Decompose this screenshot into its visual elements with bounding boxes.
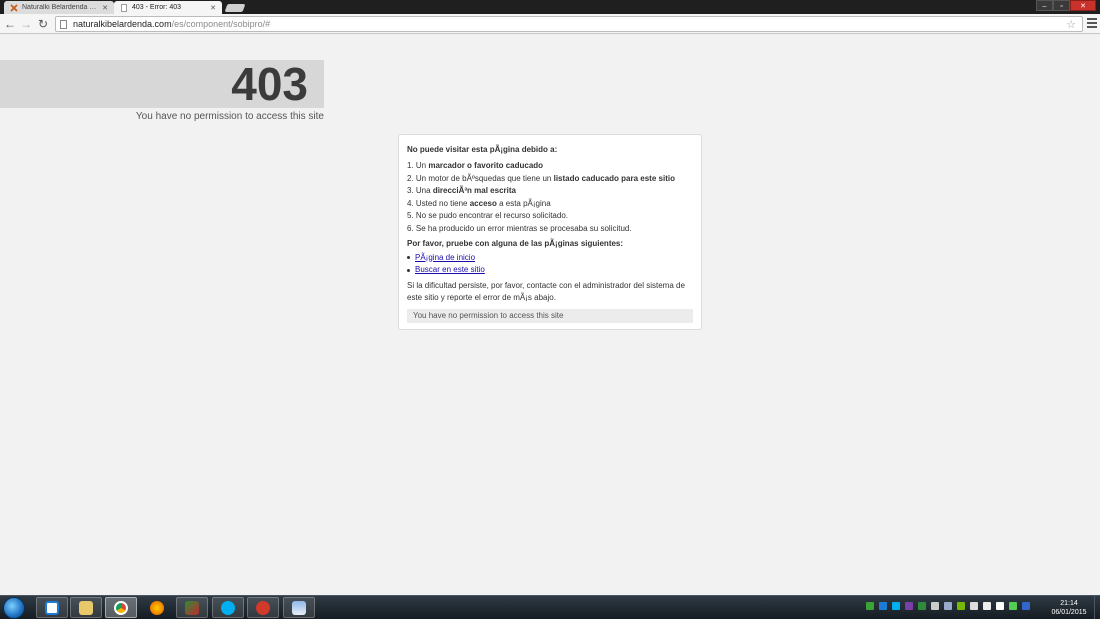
try-heading: Por favor, pruebe con alguna de las pÃ¡g… <box>407 238 624 248</box>
tray-app-icon[interactable] <box>866 602 874 610</box>
nvidia-icon[interactable] <box>957 602 965 610</box>
network-icon[interactable] <box>970 602 978 610</box>
page-icon <box>120 3 128 12</box>
tab-close-icon[interactable]: ✕ <box>102 4 108 12</box>
browser-toolbar: ← → ↻ naturalkibelardenda.com/es/compone… <box>0 14 1100 34</box>
list-item: 6. Se ha producido un error mientras se … <box>407 223 632 233</box>
list-item: PÃ¡gina de inicio <box>407 252 693 265</box>
reasons-list: 1. Un marcador o favorito caducado 2. Un… <box>407 160 693 236</box>
chrome-icon[interactable] <box>105 597 137 618</box>
tab-naturalki[interactable]: Naturalki Belardenda - Ac ✕ <box>4 1 114 14</box>
firefox-icon[interactable] <box>141 597 173 618</box>
ccleaner-icon[interactable] <box>247 597 279 618</box>
address-bar[interactable]: naturalkibelardenda.com/es/component/sob… <box>55 16 1083 32</box>
tray-app-icon[interactable] <box>944 602 952 610</box>
list-item: 4. Usted no tiene acceso a esta pÃ¡gina <box>407 198 551 208</box>
dropbox-tray-icon[interactable] <box>879 602 887 610</box>
page-viewport: 403 You have no permission to access thi… <box>0 35 1100 595</box>
search-site-link[interactable]: Buscar en este sitio <box>415 264 485 277</box>
window-controls: – ▫ ✕ <box>1036 0 1096 11</box>
clock-time: 21:14 <box>1060 600 1078 607</box>
panel-heading: No puede visitar esta pÃ¡gina debido a: <box>407 145 558 154</box>
maximize-button[interactable]: ▫ <box>1053 0 1070 11</box>
page-icon <box>60 19 67 29</box>
reload-icon[interactable]: ↻ <box>36 17 50 31</box>
show-desktop-button[interactable] <box>1094 596 1100 619</box>
error-code: 403 <box>231 58 308 110</box>
tray-app-icon[interactable] <box>1022 602 1030 610</box>
list-item: 2. Un motor de bÃºsquedas que tiene un l… <box>407 173 675 183</box>
contact-note: Si la dificultad persiste, por favor, co… <box>407 280 685 303</box>
filezilla-icon[interactable] <box>176 597 208 618</box>
menu-icon[interactable] <box>1087 18 1097 29</box>
url-path: /es/component/sobipro/# <box>171 19 271 29</box>
dropbox-icon[interactable] <box>36 597 68 618</box>
bookmark-star-icon[interactable]: ☆ <box>1066 18 1076 31</box>
error-message-box: You have no permission to access this si… <box>407 308 693 323</box>
tab-title: Naturalki Belardenda - Ac <box>22 4 99 11</box>
browser-titlebar: Naturalki Belardenda - Ac ✕ 403 - Error:… <box>0 0 1100 14</box>
system-tray <box>866 602 1030 610</box>
url-host: naturalkibelardenda.com <box>73 19 172 29</box>
tray-app-icon[interactable] <box>918 602 926 610</box>
error-tagline: You have no permission to access this si… <box>135 111 324 122</box>
home-page-link[interactable]: PÃ¡gina de inicio <box>415 252 475 265</box>
onenote-icon[interactable] <box>905 602 913 610</box>
list-item: Buscar en este sitio <box>407 264 693 277</box>
links-list: PÃ¡gina de inicio Buscar en este sitio <box>407 252 693 277</box>
back-arrow-icon[interactable]: ← <box>3 17 17 31</box>
clock-date: 06/01/2015 <box>1051 609 1087 616</box>
taskbar-clock[interactable]: 21:14 06/01/2015 <box>1048 599 1090 617</box>
skype-icon[interactable] <box>212 597 244 618</box>
windows-taskbar: 21:14 06/01/2015 <box>0 595 1100 619</box>
tab-close-icon[interactable]: ✕ <box>210 4 216 12</box>
start-button[interactable] <box>3 597 25 619</box>
file-explorer-icon[interactable] <box>70 597 102 618</box>
site-favicon <box>10 3 18 12</box>
tray-app-icon[interactable] <box>1009 602 1017 610</box>
minimize-button[interactable]: – <box>1036 0 1053 11</box>
skype-tray-icon[interactable] <box>892 602 900 610</box>
tab-403-error[interactable]: 403 - Error: 403 ✕ <box>114 1 222 14</box>
new-tab-button[interactable] <box>224 4 246 12</box>
tray-app-icon[interactable] <box>931 602 939 610</box>
list-item: 5. No se pudo encontrar el recurso solic… <box>407 211 568 221</box>
volume-icon[interactable] <box>983 602 991 610</box>
error-panel: No puede visitar esta pÃ¡gina debido a: … <box>398 134 702 330</box>
paint-icon[interactable] <box>283 597 315 618</box>
tab-title: 403 - Error: 403 <box>132 4 182 11</box>
list-item: 3. Una direcciÃ³n mal escrita <box>407 186 516 196</box>
close-window-button[interactable]: ✕ <box>1070 0 1096 11</box>
forward-arrow-icon[interactable]: → <box>19 17 33 31</box>
list-item: 1. Un marcador o favorito caducado <box>407 161 544 170</box>
error-banner: 403 <box>0 60 324 108</box>
action-center-flag-icon[interactable] <box>996 602 1004 610</box>
